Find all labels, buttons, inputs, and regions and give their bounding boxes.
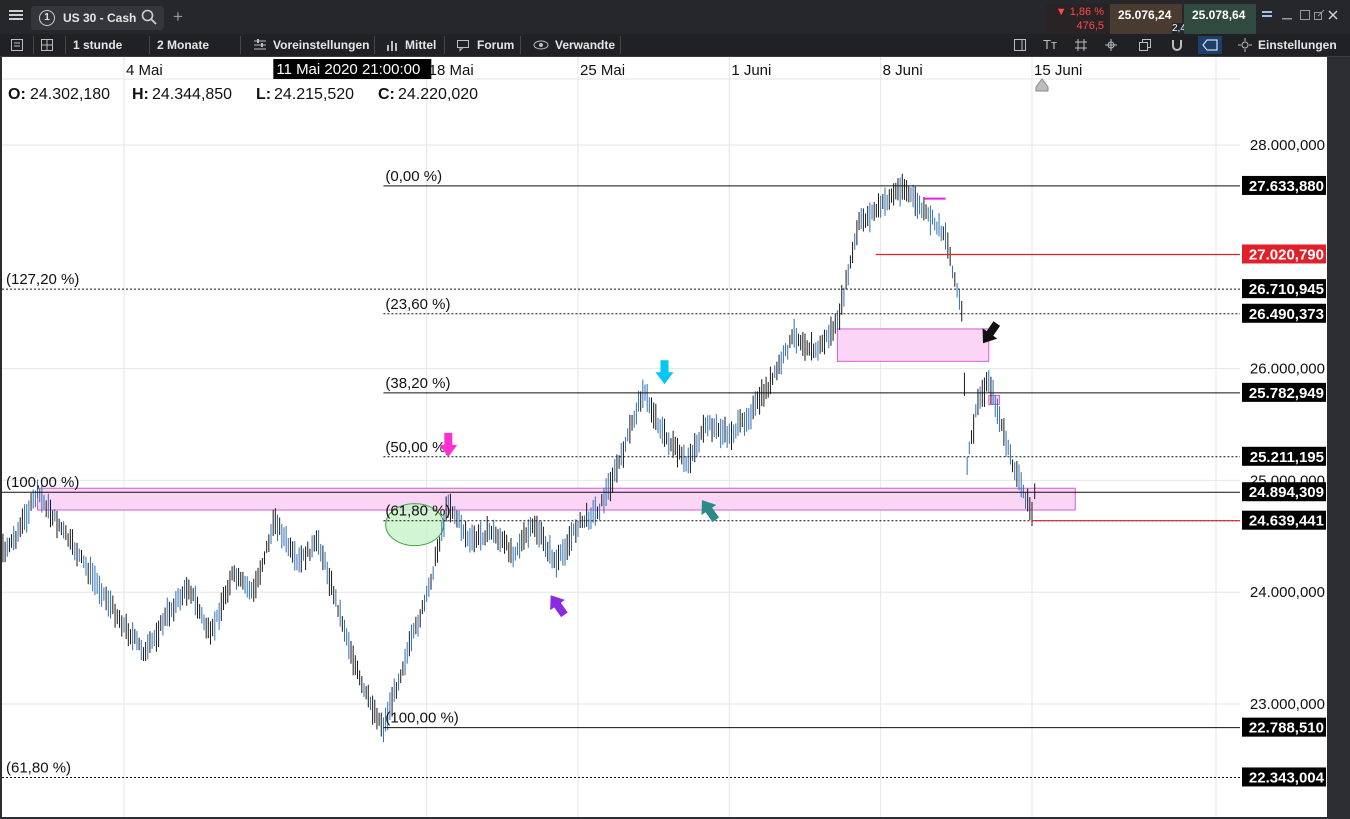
price-label: 26.710,945 (1249, 281, 1324, 298)
copy-icon[interactable] (1138, 38, 1152, 55)
price-label: 24.894,309 (1249, 484, 1324, 501)
toolbar-separator (444, 36, 445, 54)
fib-level-label: (61,80 %) (385, 503, 450, 520)
price-label: 26.490,373 (1249, 306, 1324, 323)
forum-icon (456, 38, 470, 55)
ohlc-open-label: O: (8, 86, 26, 103)
ohlc-low-label: L: (256, 86, 271, 103)
label-tool-icon[interactable] (1198, 36, 1222, 54)
price-label: 25.211,195 (1250, 449, 1324, 466)
price-label: 25.782,949 (1249, 385, 1324, 402)
ohlc-high-label: H: (132, 86, 149, 103)
settings-gear-icon (1238, 38, 1252, 55)
toolbar-separator (520, 36, 521, 54)
fib-level-label: (38,20 %) (385, 375, 450, 392)
minimize-icon[interactable] (1280, 9, 1294, 24)
text-size-icon[interactable]: Tт (1043, 37, 1057, 52)
tile-icon[interactable] (1260, 9, 1274, 24)
y-tick-label: 28.000,000 (1250, 137, 1325, 154)
right-edge-bar (1327, 57, 1340, 817)
ohlc-open-value: 24.302,180 (30, 86, 110, 103)
related-button[interactable]: Verwandte (555, 38, 615, 52)
x-tick-label: 15 Juni (1034, 62, 1082, 79)
fib-extension-label: (61,80 %) (6, 759, 71, 776)
fib-level-label: (100,00 %) (385, 710, 458, 727)
change-box: ▼ 1,86 % 476,5 (1046, 4, 1108, 34)
fib-extension-label: (127,20 %) (6, 271, 79, 288)
ohlc-close-value: 24.220,020 (398, 86, 478, 103)
layout-grid-icon[interactable] (40, 38, 54, 55)
interval-button[interactable]: 1 stunde (73, 38, 122, 52)
price-chart[interactable]: (0,00 %) (23,60 %) (38,20 %) (50,00 %) (61,8… (2, 57, 1340, 817)
grid-icon[interactable] (1074, 38, 1088, 55)
toolbar-separator (620, 36, 621, 54)
sidepanel-icon[interactable] (1013, 38, 1027, 55)
ohlc-low-value: 24.215,520 (274, 86, 354, 103)
forum-button[interactable]: Forum (477, 38, 514, 52)
ohlc-close-label: C: (378, 86, 395, 103)
toolbar-separator (65, 36, 66, 54)
zone-rect (988, 394, 1001, 405)
chart-background (2, 57, 1340, 817)
price-label: 27.020,790 (1249, 246, 1324, 263)
toolbar-separator (374, 36, 375, 54)
add-tab-button[interactable]: + (173, 7, 183, 27)
indicators-button[interactable]: Mittel (405, 38, 436, 52)
list-icon[interactable] (10, 38, 24, 55)
zone-rect (37, 487, 1076, 511)
fib-extension-label: (100,00 %) (6, 474, 79, 491)
x-tick-label: 4 Mai (126, 62, 163, 79)
fib-level-label: (50,00 %) (385, 439, 450, 456)
close-icon[interactable] (1326, 9, 1340, 24)
change-points: 476,5 (1076, 20, 1104, 32)
popout-icon[interactable] (1312, 9, 1326, 24)
x-tick-label: 25 Mai (580, 62, 625, 79)
bid-price: 25.076,24 (1118, 8, 1172, 22)
zone-rect (836, 328, 990, 362)
instrument-name: US 30 - Cash (63, 11, 137, 25)
y-tick-label: 23.000,000 (1250, 696, 1325, 713)
expand-icon[interactable] (1298, 9, 1312, 24)
title-bar: 1 US 30 - Cash + ▼ 1,86 % 476,5 25.076,2… (0, 0, 1350, 35)
price-label: 22.788,510 (1249, 720, 1324, 737)
chart-toolbar: 1 stunde 2 Monate Voreinstellungen Mitte… (0, 34, 1350, 57)
presets-button[interactable]: Voreinstellungen (273, 38, 369, 52)
toolbar-separator (240, 36, 241, 54)
crosshair-date-label: 11 Mai 2020 21:00:00 (276, 61, 420, 78)
y-tick-label: 24.000,000 (1250, 584, 1325, 601)
toolbar-separator (33, 36, 34, 54)
search-icon[interactable] (141, 9, 157, 28)
magnet-icon[interactable] (1170, 38, 1184, 55)
x-tick-label: 8 Juni (883, 62, 923, 79)
presets-icon (253, 38, 267, 55)
ask-price: 25.078,64 (1192, 8, 1246, 22)
tab-number-badge: 1 (39, 10, 55, 26)
price-label: 22.343,004 (1249, 769, 1325, 786)
x-tick-label: 18 Mai (429, 62, 474, 79)
fib-level-label: (23,60 %) (385, 296, 450, 313)
change-percent: ▼ 1,86 % (1055, 6, 1104, 18)
x-tick-label: 1 Juni (731, 62, 771, 79)
indicator-icon (386, 38, 400, 55)
hamburger-icon[interactable] (6, 9, 26, 24)
instrument-tab[interactable]: 1 US 30 - Cash (31, 6, 164, 30)
price-label: 27.633,880 (1249, 178, 1324, 195)
fib-level-label: (0,00 %) (385, 168, 442, 185)
ask-box[interactable]: 25.078,64 (1184, 4, 1256, 34)
y-tick-label: 26.000,000 (1250, 361, 1325, 378)
drawing-tools-icon[interactable] (1104, 38, 1118, 55)
ohlc-high-value: 24.344,850 (152, 86, 232, 103)
eye-icon (533, 38, 549, 55)
price-label: 24.639,441 (1249, 513, 1324, 530)
range-button[interactable]: 2 Monate (157, 38, 209, 52)
toolbar-separator (149, 36, 150, 54)
settings-button[interactable]: Einstellungen (1258, 38, 1337, 52)
